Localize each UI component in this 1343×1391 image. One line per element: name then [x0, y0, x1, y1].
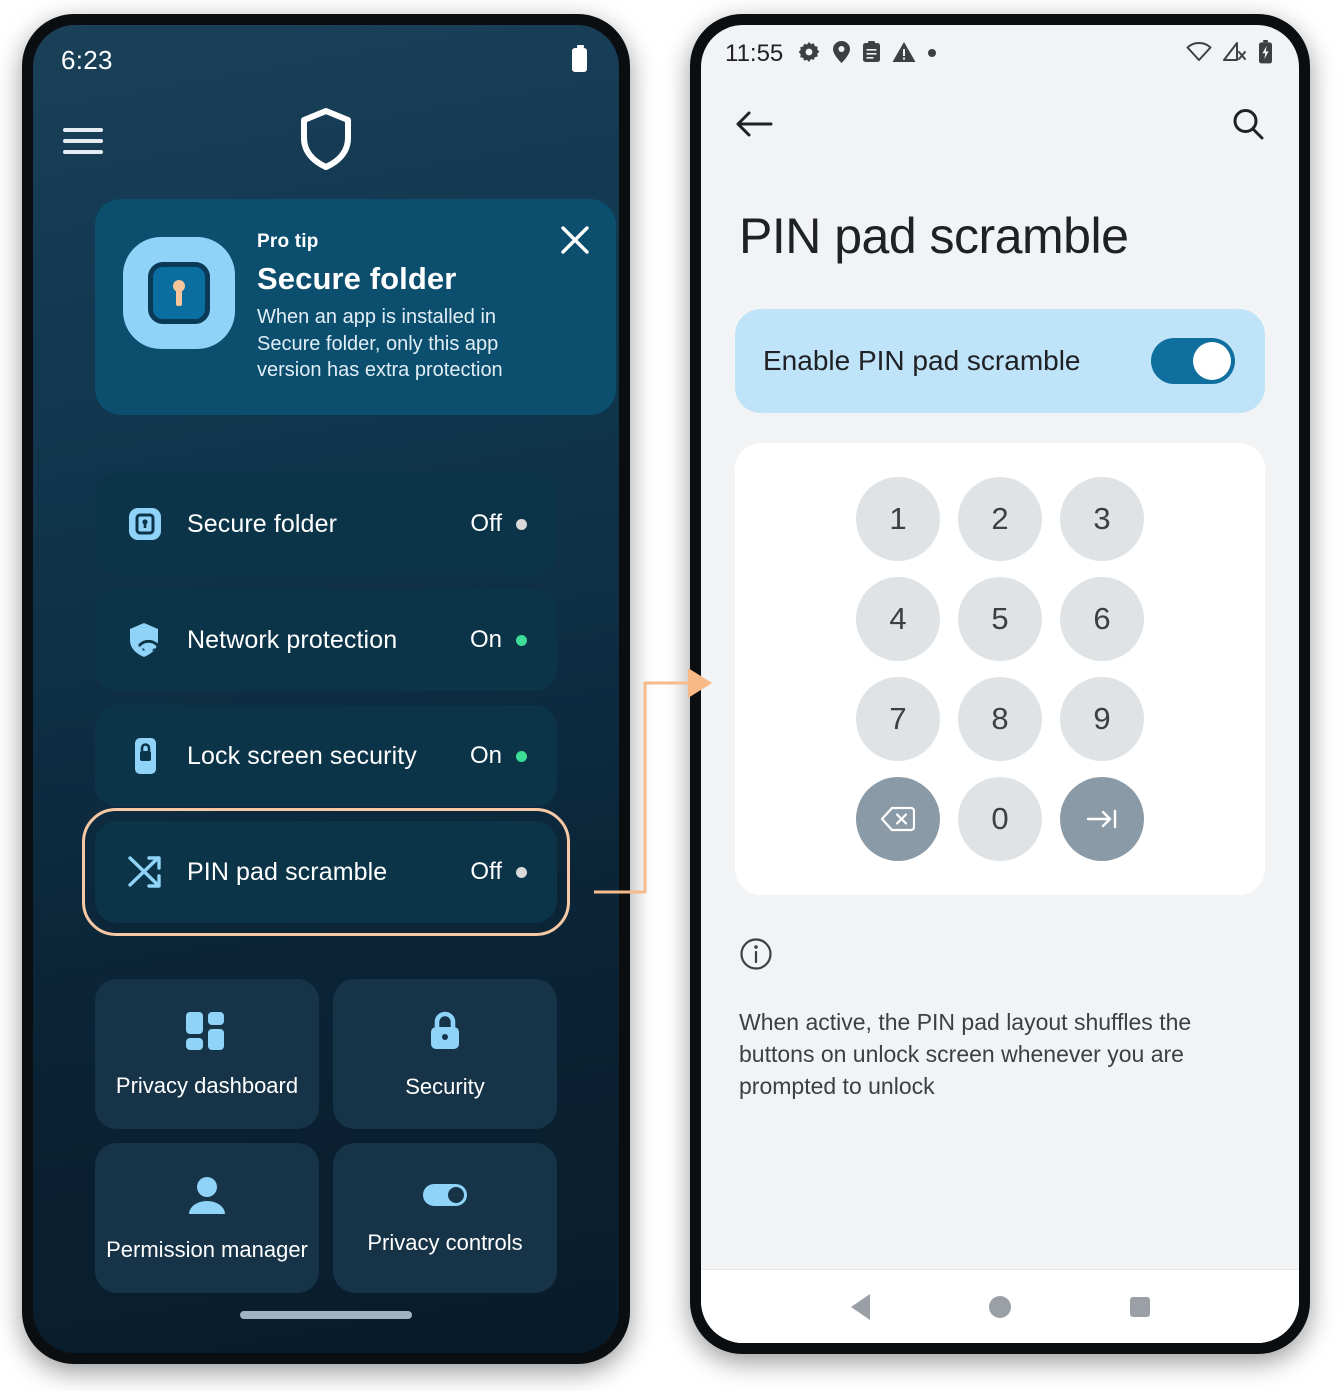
nav-back-icon[interactable] [850, 1293, 870, 1320]
pin-key-4[interactable]: 4 [856, 577, 940, 661]
signal-off-icon [1223, 41, 1247, 67]
info-circle-icon [739, 938, 773, 975]
status-dot [516, 518, 527, 530]
pin-key-5[interactable]: 5 [958, 577, 1042, 661]
security-settings-list: Secure folder Off Network protection On … [33, 473, 619, 936]
tile-label: Permission manager [106, 1236, 308, 1262]
toggle-switch-icon [422, 1181, 468, 1214]
list-item-state: On [469, 626, 502, 653]
network-shield-wifi-icon [119, 619, 171, 661]
left-status-bar: 6:23 [33, 25, 619, 95]
pro-tip-kicker: Pro tip [257, 231, 319, 252]
dashboard-grid-icon [184, 1010, 230, 1057]
battery-icon [572, 45, 587, 72]
pin-key-2[interactable]: 2 [958, 477, 1042, 561]
pin-key-3[interactable]: 3 [1060, 477, 1144, 561]
toggle-label: Enable PIN pad scramble [763, 345, 1081, 376]
tile-security[interactable]: Security [333, 979, 557, 1129]
shield-logo-icon [299, 107, 353, 176]
search-icon[interactable] [1231, 107, 1265, 146]
nav-home-icon[interactable] [988, 1295, 1011, 1318]
backspace-icon[interactable] [856, 777, 940, 861]
tile-permission-manager[interactable]: Permission manager [95, 1143, 319, 1293]
pin-key-6[interactable]: 6 [1060, 577, 1144, 661]
location-pin-icon [832, 40, 851, 69]
tile-privacy-dashboard[interactable]: Privacy dashboard [95, 979, 319, 1129]
padlock-icon [424, 1009, 466, 1058]
battery-charging-icon [1258, 39, 1273, 69]
page-title: PIN pad scramble [739, 208, 1129, 264]
gear-icon [797, 40, 821, 69]
back-arrow-icon[interactable] [735, 108, 773, 145]
pin-pad-preview-card: 1 2 3 4 5 6 7 8 9 0 [735, 443, 1265, 895]
highlighted-row-wrapper: PIN pad scramble Off [82, 808, 570, 936]
list-item-pin-pad-scramble[interactable]: PIN pad scramble Off [95, 821, 557, 923]
toggle-knob [1193, 342, 1231, 380]
tile-label: Security [405, 1073, 485, 1099]
status-time: 6:23 [61, 44, 113, 75]
clipboard-icon [862, 40, 881, 68]
warning-triangle-icon [892, 41, 916, 68]
list-item-label: Network protection [187, 625, 398, 654]
pro-tip-carousel: Pro tip Secure folder When an app is ins… [33, 199, 619, 421]
info-description: When active, the PIN pad layout shuffles… [739, 1009, 1192, 1100]
secure-folder-icon [119, 504, 171, 544]
list-item-state: Off [470, 858, 502, 885]
left-app-bar [33, 95, 619, 187]
enter-icon[interactable] [1060, 777, 1144, 861]
tile-label: Privacy controls [367, 1229, 523, 1255]
right-phone-screen: 11:55 PIN pad scramble Enable PIN pad sc… [701, 25, 1299, 1343]
wifi-icon [1186, 41, 1212, 67]
status-dot [516, 634, 527, 646]
list-item-state: Off [470, 510, 502, 537]
enable-pin-pad-scramble-row[interactable]: Enable PIN pad scramble [735, 309, 1265, 413]
pin-key-7[interactable]: 7 [856, 677, 940, 761]
home-indicator[interactable] [240, 1311, 412, 1319]
pin-key-8[interactable]: 8 [958, 677, 1042, 761]
list-item-label: Lock screen security [187, 741, 417, 770]
right-app-bar [701, 83, 1299, 169]
status-dot [516, 866, 527, 878]
phone-lock-icon [119, 735, 171, 777]
pro-tip-description: When an app is installed in Secure folde… [257, 306, 503, 382]
status-dot [516, 750, 527, 762]
pro-tip-title: Secure folder [257, 261, 457, 296]
secure-folder-lock-icon [123, 237, 235, 349]
info-section: When active, the PIN pad layout shuffles… [739, 937, 1261, 1103]
list-item-label: PIN pad scramble [187, 857, 388, 886]
shuffle-icon [119, 851, 171, 893]
pro-tip-card[interactable]: Pro tip Secure folder When an app is ins… [95, 199, 616, 415]
comparison-figure: 6:23 Pro tip Secure folder When an app i… [0, 0, 1343, 1391]
list-item-lock-screen-security[interactable]: Lock screen security On [95, 705, 557, 807]
list-item-secure-folder[interactable]: Secure folder Off [95, 473, 557, 575]
enable-pin-pad-scramble-toggle[interactable] [1151, 338, 1235, 384]
right-status-bar: 11:55 [701, 25, 1299, 83]
tile-privacy-controls[interactable]: Privacy controls [333, 1143, 557, 1293]
nav-recents-icon[interactable] [1129, 1296, 1150, 1317]
hamburger-menu-icon[interactable] [63, 128, 103, 154]
pin-key-1[interactable]: 1 [856, 477, 940, 561]
status-time: 11:55 [725, 40, 784, 67]
pin-key-0[interactable]: 0 [958, 777, 1042, 861]
list-item-network-protection[interactable]: Network protection On [95, 589, 557, 691]
android-nav-bar [701, 1269, 1299, 1343]
left-phone-device: 6:23 Pro tip Secure folder When an app i… [22, 14, 630, 1364]
list-item-label: Secure folder [187, 509, 337, 538]
left-phone-screen: 6:23 Pro tip Secure folder When an app i… [33, 25, 619, 1353]
dot-icon [927, 45, 937, 63]
pin-pad-grid: 1 2 3 4 5 6 7 8 9 0 [856, 477, 1144, 861]
close-icon[interactable] [558, 223, 592, 257]
list-item-state: On [469, 742, 502, 769]
right-phone-device: 11:55 PIN pad scramble Enable PIN pad sc… [690, 14, 1310, 1354]
tile-label: Privacy dashboard [115, 1072, 299, 1098]
quick-action-tiles: Privacy dashboard Security Permission ma… [33, 979, 619, 1293]
person-icon [185, 1174, 229, 1221]
pin-key-9[interactable]: 9 [1060, 677, 1144, 761]
